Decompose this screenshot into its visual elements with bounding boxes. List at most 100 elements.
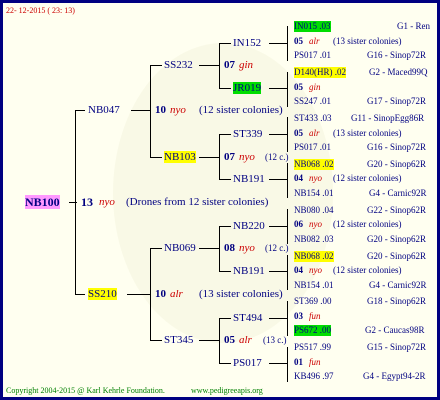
grandparent-name[interactable]: ST345	[164, 334, 193, 346]
connector	[287, 301, 288, 336]
grandparent-name[interactable]: NB103	[164, 151, 196, 163]
ancestor-code[interactable]: NB068 .02	[294, 251, 334, 262]
ancestor-label: G20 - Sinop62R	[367, 159, 427, 169]
ancestor-type: alr	[309, 36, 320, 46]
ancestor-label: G16 - Sinop72R	[367, 142, 427, 152]
great-grandparent-name[interactable]: ST339	[233, 128, 262, 140]
ancestor-code[interactable]: D140(HR) .02	[294, 67, 346, 78]
ancestor-note: (13 sister colonies)	[333, 128, 402, 138]
ancestor-code[interactable]: ST433 .03	[294, 113, 332, 124]
connector	[287, 163, 288, 198]
ancestor-type: nyo	[309, 265, 322, 275]
connector	[199, 157, 220, 158]
ancestor-gen: 05	[294, 82, 303, 92]
root-note: (Drones from 12 sister colonies)	[126, 196, 269, 208]
connector	[269, 179, 288, 180]
ancestor-type: fun	[309, 311, 321, 321]
great-grandparent-name[interactable]: PS017	[233, 357, 262, 369]
parent-note: (12 sister colonies)	[199, 104, 283, 116]
ancestor-label: G4 - Egypt94-2R	[363, 371, 426, 381]
ancestor-label: G4 - Carnic92R	[369, 188, 427, 198]
ancestor-label: G17 - Sinop72R	[367, 96, 427, 106]
ancestor-code[interactable]: NB154 .01	[294, 280, 334, 291]
root-name[interactable]: NB100	[25, 195, 60, 209]
connector	[219, 318, 231, 319]
site-link[interactable]: www.pedigreeapis.org	[191, 386, 263, 395]
great-grandparent-name[interactable]: JR019	[233, 82, 262, 94]
ancestor-code[interactable]: PS672 .00	[294, 325, 332, 336]
parent-note: (13 sister colonies)	[199, 288, 283, 300]
ancestor-gen: 01	[294, 357, 303, 367]
ancestor-gen: 06	[294, 219, 303, 229]
ancestor-label: G11 - SinopEgg86R	[351, 113, 425, 123]
ancestor-label: G1 - Ren	[397, 21, 430, 31]
ancestor-label: G2 - Maced99Q	[369, 67, 428, 77]
pedigree-panel: { "header": { "date": "22- 12-2015 ( 23:…	[0, 0, 440, 400]
connector	[127, 294, 151, 295]
great-grandparent-name[interactable]: NB191	[233, 265, 265, 277]
parent-name[interactable]: SS210	[88, 288, 117, 300]
connector	[199, 340, 220, 341]
ancestor-code[interactable]: PS017 .01	[294, 50, 331, 61]
grandparent-gen-num: 07	[224, 151, 235, 163]
connector	[150, 65, 151, 158]
parent-name[interactable]: NB047	[88, 104, 120, 116]
ancestor-code[interactable]: SS247 .01	[294, 96, 331, 107]
ancestor-type: alr	[309, 128, 320, 138]
connector	[219, 134, 220, 180]
parent-gen-num: 10	[155, 104, 166, 116]
ancestor-note: (12 sister colonies)	[333, 173, 402, 183]
grandparent-name[interactable]: NB069	[164, 242, 196, 254]
ancestor-type: fun	[309, 357, 321, 367]
grandparent-gen-type: nyo	[239, 242, 255, 254]
grandparent-note: (12 c.)	[265, 152, 289, 162]
ancestor-type: nyo	[309, 173, 322, 183]
connector	[75, 110, 76, 295]
connector	[219, 363, 231, 364]
parent-gen-type: nyo	[170, 104, 186, 116]
ancestor-type: gin	[309, 82, 321, 92]
grandparent-note: (13 c.)	[263, 335, 287, 345]
connector	[269, 88, 288, 89]
ancestor-label: G2 - Caucas98R	[365, 325, 425, 335]
connector	[150, 157, 162, 158]
ancestor-code[interactable]: NB154 .01	[294, 188, 334, 199]
ancestor-code[interactable]: KB496 .97	[294, 371, 334, 382]
connector	[269, 363, 288, 364]
great-grandparent-name[interactable]: ST494	[233, 312, 262, 324]
connector	[219, 318, 220, 364]
connector	[269, 226, 288, 227]
ancestor-code[interactable]: NB082 .03	[294, 234, 334, 245]
connector	[219, 134, 231, 135]
connector	[287, 255, 288, 290]
ancestor-code[interactable]: PS017 .01	[294, 142, 331, 153]
connector	[287, 26, 288, 61]
ancestor-gen: 03	[294, 311, 303, 321]
ancestor-note: (12 sister colonies)	[333, 265, 402, 275]
grandparent-name[interactable]: SS232	[164, 59, 193, 71]
ancestor-label: G20 - Sinop62R	[367, 234, 427, 244]
ancestor-code[interactable]: ST369 .00	[294, 296, 332, 307]
great-grandparent-name[interactable]: IN152	[233, 37, 261, 49]
ancestor-gen: 05	[294, 128, 303, 138]
root-gen-type: nyo	[99, 196, 115, 208]
ancestor-code[interactable]: NB080 .04	[294, 205, 334, 216]
ancestor-code[interactable]: NB068 .02	[294, 159, 334, 170]
ancestor-label: G18 - Sinop62R	[367, 296, 427, 306]
root-gen-num: 13	[81, 195, 93, 209]
ancestor-code[interactable]: PS517 .99	[294, 342, 331, 353]
great-grandparent-name[interactable]: NB220	[233, 220, 265, 232]
grandparent-gen-num: 05	[224, 334, 235, 346]
ancestor-label: G15 - Sinop72R	[367, 342, 427, 352]
ancestor-code[interactable]: IN015 .03	[294, 21, 331, 32]
ancestor-label: G16 - Sinop72R	[367, 50, 427, 60]
connector	[75, 294, 85, 295]
connector	[269, 43, 288, 44]
great-grandparent-name[interactable]: NB191	[233, 173, 265, 185]
copyright-text: Copyright 2004-2015 @ Karl Kehrle Founda…	[6, 386, 165, 395]
grandparent-gen-type: gin	[239, 59, 254, 71]
grandparent-gen-type: nyo	[239, 151, 255, 163]
ancestor-label: G4 - Carnic92R	[369, 280, 427, 290]
connector	[219, 271, 231, 272]
connector	[219, 226, 231, 227]
